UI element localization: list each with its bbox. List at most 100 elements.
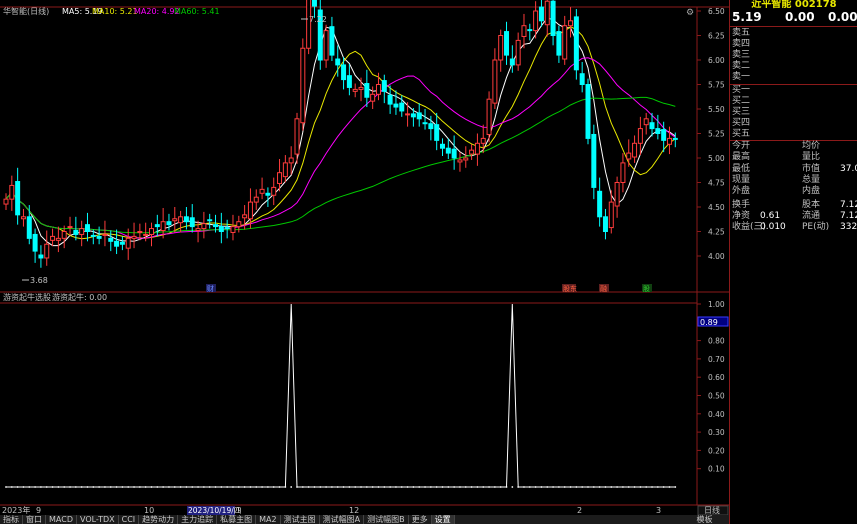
tab-5[interactable]: 趋势动力: [139, 515, 179, 524]
candle: [73, 230, 79, 235]
stat-row: 收益(三) 0.010 PE(动) 332: [732, 222, 857, 233]
candle: [114, 240, 120, 247]
candle: [469, 149, 475, 155]
candle: [655, 128, 661, 135]
stat-row: 外盘 内盘: [732, 186, 856, 197]
tab-2[interactable]: MACD: [46, 515, 77, 524]
stat-label: 外盘: [732, 186, 751, 197]
ma10-legend: MA10: 5.21: [92, 7, 138, 16]
stat-label: 股本: [802, 199, 821, 210]
candle: [614, 182, 620, 207]
candle: [504, 31, 510, 56]
event-marker-融[interactable]: 融: [599, 284, 609, 293]
candle: [213, 224, 219, 228]
candle: [306, 0, 312, 49]
candle: [90, 234, 96, 237]
candle: [143, 233, 149, 236]
candle: [358, 86, 364, 90]
candle: [15, 181, 21, 216]
candle: [474, 142, 480, 155]
period-tag[interactable]: 日线: [704, 505, 720, 515]
stat-label: 市值: [802, 163, 821, 174]
tab-10[interactable]: 测试幅图A: [320, 515, 365, 524]
event-marker-股东[interactable]: 股东: [562, 284, 577, 293]
candle: [568, 20, 574, 27]
tab-12[interactable]: 更多: [409, 515, 432, 524]
price-tick: 6.50: [708, 7, 725, 16]
candle: [329, 26, 335, 56]
date-label-9: 9: [36, 506, 41, 515]
date-label-12: 12: [349, 506, 359, 515]
candle: [509, 58, 515, 66]
candle: [410, 113, 416, 118]
candle: [119, 241, 125, 245]
orderbook-label: 卖四: [732, 39, 751, 49]
chart-canvas[interactable]: 华智能(日线) MA5: 5.19 MA10: 5.21 MA20: 4.92 …: [0, 0, 729, 516]
candle: [282, 162, 288, 178]
stat-label: 换手: [732, 199, 751, 210]
candle: [492, 59, 498, 104]
candle: [480, 137, 486, 144]
template-button[interactable]: 模板: [680, 515, 729, 524]
candle: [416, 112, 422, 120]
tab-13[interactable]: 设置: [431, 515, 455, 524]
stat-value: 0.61: [760, 210, 781, 221]
candle: [183, 216, 189, 223]
candle: [247, 201, 253, 220]
settings-icon[interactable]: ⚙: [686, 8, 694, 18]
candle: [96, 235, 102, 239]
date-label-3: 3: [656, 506, 661, 515]
tab-11[interactable]: 测试幅图B: [364, 515, 409, 524]
indicator-tick: 0.70: [708, 355, 725, 364]
candle: [207, 219, 213, 222]
high-annotation: 7.22: [309, 15, 327, 24]
tab-7[interactable]: 私募主图: [217, 515, 257, 524]
low-annotation: 3.68: [30, 276, 48, 285]
candle: [335, 58, 341, 66]
tab-1[interactable]: 窗口: [23, 515, 46, 524]
candle: [172, 218, 178, 222]
candle: [486, 98, 492, 135]
candle: [533, 10, 539, 32]
tab-3[interactable]: VOL-TDX: [77, 515, 119, 524]
candle: [218, 226, 224, 233]
candle: [79, 228, 85, 235]
orderbook-row: 卖二: [732, 61, 856, 72]
candle: [434, 124, 440, 141]
candle: [242, 214, 248, 219]
price-tick: 6.25: [708, 32, 725, 41]
tab-0[interactable]: 指标: [0, 515, 23, 524]
orderbook-row: 卖四: [732, 39, 856, 50]
candle: [544, 0, 550, 26]
candle: [323, 30, 329, 61]
candle: [265, 192, 271, 196]
candle: [463, 157, 469, 161]
candle: [149, 228, 154, 235]
stat-row: 最高 量比: [732, 152, 856, 163]
tab-4[interactable]: CCI: [119, 515, 140, 524]
tab-8[interactable]: MA2: [256, 515, 281, 524]
tab-9[interactable]: 测试主图: [281, 515, 320, 524]
price-tick: 5.50: [708, 105, 725, 114]
candle: [440, 143, 445, 149]
stat-label: 流通: [802, 210, 821, 221]
candle: [236, 221, 242, 228]
candle: [9, 184, 15, 200]
candle: [67, 226, 73, 229]
tab-6[interactable]: 主力追踪: [178, 515, 218, 524]
indicator-point: [290, 486, 293, 488]
indicator-tick: 1.00: [708, 300, 725, 309]
candle: [288, 157, 294, 164]
event-marker-财[interactable]: 财: [206, 284, 216, 293]
candle: [178, 216, 184, 224]
stock-chart-window: 华智能(日线) MA5: 5.19 MA10: 5.21 MA20: 4.92 …: [0, 0, 857, 524]
candle: [637, 128, 643, 144]
date-cursor-label: 2023/10/19/四: [188, 506, 241, 515]
event-marker-股[interactable]: 股: [642, 284, 652, 293]
indicator-current-value: 0.89: [700, 318, 718, 327]
orderbook-label: 买三: [732, 107, 751, 117]
price-tick: 5.25: [708, 130, 725, 139]
stat-label: 总量: [802, 174, 821, 185]
candle: [230, 226, 236, 233]
candle: [84, 224, 90, 232]
